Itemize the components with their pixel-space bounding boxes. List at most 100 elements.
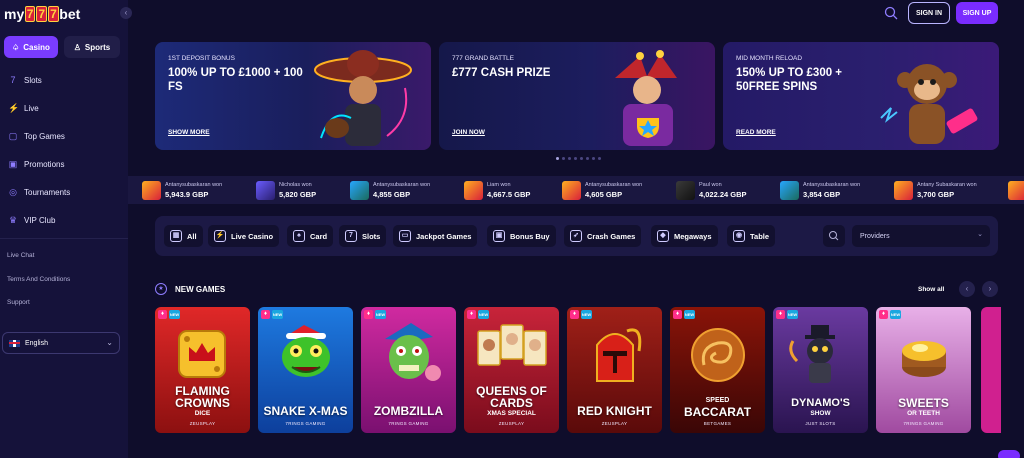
winner-item[interactable]: Liam won 4,667.5 GBP xyxy=(464,179,530,201)
game-subtitle: DICE xyxy=(194,410,211,417)
gift-icon: ▣ xyxy=(493,230,505,242)
sports-mode-button[interactable]: ♙ Sports xyxy=(64,36,120,58)
game-card[interactable]: ♦ NEW SWEETS OR TEETH 7RINGS GAMING xyxy=(876,307,971,433)
filter-card[interactable]: ♠ Card xyxy=(287,225,334,247)
game-card[interactable]: ♦ NEW SPEED BACCARAT BETGAMES xyxy=(670,307,765,433)
winner-item[interactable]: Paul won 4,022.24 GBP xyxy=(676,179,747,201)
carousel-dot[interactable] xyxy=(568,157,571,160)
providers-label: Providers xyxy=(860,232,890,240)
filter-table[interactable]: ◉ Table xyxy=(727,225,776,247)
new-badge: NEW xyxy=(684,310,695,319)
filter-label: Jackpot Games xyxy=(416,231,472,241)
carousel-dot[interactable] xyxy=(562,157,565,160)
game-card[interactable]: ♦ NEW RED KNIGHT ZEUSPLAY xyxy=(567,307,662,433)
search-icon[interactable] xyxy=(884,6,898,20)
show-all-link[interactable]: Show all xyxy=(918,286,944,293)
promo-title: 100% UP TO £1000 + 100 FS xyxy=(168,67,303,93)
game-card[interactable]: ♦ NEW QUEENS OF CARDS XMAS SPECIAL ZEUSP… xyxy=(464,307,559,433)
promo-card[interactable]: 1ST DEPOSIT BONUS 100% UP TO £1000 + 100… xyxy=(155,42,431,150)
top-games-icon: ▢ xyxy=(8,131,18,141)
show-more-link[interactable]: SHOW MORE xyxy=(168,129,210,136)
game-provider: ZEUSPLAY xyxy=(601,421,628,426)
filter-live-casino[interactable]: ⚡ Live Casino xyxy=(208,225,280,247)
grid-icon: ▦ xyxy=(170,230,182,242)
zombie-art xyxy=(385,323,441,381)
game-thumbnail xyxy=(142,180,161,200)
terms-link[interactable]: Terms And Conditions xyxy=(7,276,70,283)
winner-item[interactable]: Antanysubaskaran won 5,943.9 GBP xyxy=(142,179,222,201)
game-card-partial[interactable] xyxy=(981,307,1001,433)
game-card[interactable]: ♦ NEW SNAKE X-MAS 7RINGS GAMING xyxy=(258,307,353,433)
winner-item[interactable]: Nicholas won 5,820 GBP xyxy=(256,179,316,201)
providers-select[interactable]: Providers ⌄ xyxy=(852,225,990,247)
promo-card[interactable]: MID MONTH RELOAD 150% UP TO £300 + 50FRE… xyxy=(723,42,999,150)
filter-slots[interactable]: 7 Slots xyxy=(339,225,387,247)
game-subtitle: BACCARAT xyxy=(683,405,752,419)
carousel-dot[interactable] xyxy=(592,157,595,160)
next-arrow-button[interactable]: › xyxy=(982,281,998,297)
sidebar-item-vip-club[interactable]: ♛ VIP Club xyxy=(0,206,128,234)
language-select[interactable]: English ⌄ xyxy=(2,332,120,354)
sidebar: my 7 7 7 bet ‹ ♤ Casino ♙ Sports 7 Slots… xyxy=(0,0,132,458)
filter-megaways[interactable]: ◆ Megaways xyxy=(651,225,718,247)
carousel-dot[interactable] xyxy=(556,157,559,160)
promo-kicker: MID MONTH RELOAD xyxy=(736,55,803,62)
filter-label: Slots xyxy=(362,231,381,241)
brand-logo[interactable]: my 7 7 7 bet xyxy=(4,4,80,24)
mariachi-illustration xyxy=(314,50,412,146)
join-now-link[interactable]: JOIN NOW xyxy=(452,129,485,136)
game-subtitle: SHOW xyxy=(810,410,831,417)
sidebar-item-top-games[interactable]: ▢ Top Games xyxy=(0,122,128,150)
game-card[interactable]: ♦ NEW FLAMING CROWNS DICE ZEUSPLAY xyxy=(155,307,250,433)
winner-item[interactable]: Antanysubaskaran won 4,605 GBP xyxy=(562,179,642,201)
new-games-icon: ★ xyxy=(155,283,167,295)
table-icon: ◉ xyxy=(733,230,745,242)
sidebar-item-tournaments[interactable]: ◎ Tournaments xyxy=(0,178,128,206)
sidebar-item-label: Top Games xyxy=(24,131,65,141)
winner-amount: 4,855 GBP xyxy=(373,189,411,199)
chat-widget-button[interactable] xyxy=(998,450,1020,458)
candy-art xyxy=(902,341,946,377)
logo-seven: 7 xyxy=(36,6,48,22)
carousel-dot[interactable] xyxy=(580,157,583,160)
game-title: RED KNIGHT xyxy=(577,404,652,418)
sidebar-item-promotions[interactable]: ▣ Promotions xyxy=(0,150,128,178)
sign-in-button[interactable]: SIGN IN xyxy=(908,2,950,24)
filter-crash-games[interactable]: ➶ Crash Games xyxy=(564,225,642,247)
winner-name: Antany Subaskaran won xyxy=(917,181,977,188)
game-search-button[interactable] xyxy=(823,225,845,247)
rocket-icon: ➶ xyxy=(570,230,582,242)
winner-item[interactable]: Antany Subaskaran won 3,700 GBP xyxy=(894,179,977,201)
slots-icon: 7 xyxy=(345,230,357,242)
game-card[interactable]: ♦ NEW ZOMBZILLA 7RINGS GAMING xyxy=(361,307,456,433)
collapse-sidebar-button[interactable]: ‹ xyxy=(120,7,132,19)
game-card[interactable]: ♦ NEW DYNAMO'S SHOW JUST SLOTS xyxy=(773,307,868,433)
carousel-dot[interactable] xyxy=(586,157,589,160)
prev-arrow-button[interactable]: ‹ xyxy=(959,281,975,297)
casino-mode-button[interactable]: ♤ Casino xyxy=(4,36,58,58)
carousel-dot[interactable] xyxy=(598,157,601,160)
winner-name: Antanysubaskaran won xyxy=(165,181,223,188)
carousel-dot[interactable] xyxy=(574,157,577,160)
winner-item[interactable]: Antanysubaskaran won 4,855 GBP xyxy=(350,179,430,201)
sidebar-item-slots[interactable]: 7 Slots xyxy=(0,66,128,94)
sign-up-button[interactable]: SIGN UP xyxy=(956,2,998,24)
winner-amount: 3,854 GBP xyxy=(803,189,841,199)
filter-bonus-buy[interactable]: ▣ Bonus Buy xyxy=(487,225,556,247)
promo-card[interactable]: 777 GRAND BATTLE £777 CASH PRIZE JOIN NO… xyxy=(439,42,715,150)
game-title: SWEETS xyxy=(898,396,949,410)
winner-item[interactable] xyxy=(1008,179,1024,201)
live-chat-link[interactable]: Live Chat xyxy=(7,252,34,259)
casino-mode-label: Casino xyxy=(23,42,50,52)
hot-badge-icon: ♦ xyxy=(879,310,888,319)
carousel-pagination xyxy=(556,157,601,160)
filter-all[interactable]: ▦ All xyxy=(164,225,203,247)
game-subtitle: OR TEETH xyxy=(907,410,940,417)
support-link[interactable]: Support xyxy=(7,299,30,306)
logo-prefix: my xyxy=(4,6,25,22)
sidebar-item-live[interactable]: ⚡ Live xyxy=(0,94,128,122)
read-more-link[interactable]: READ MORE xyxy=(736,129,776,136)
new-badge: NEW xyxy=(581,310,592,319)
winner-item[interactable]: Antanysubaskaran won 3,854 GBP xyxy=(780,179,860,201)
filter-jackpot-games[interactable]: ▭ Jackpot Games xyxy=(393,225,478,247)
